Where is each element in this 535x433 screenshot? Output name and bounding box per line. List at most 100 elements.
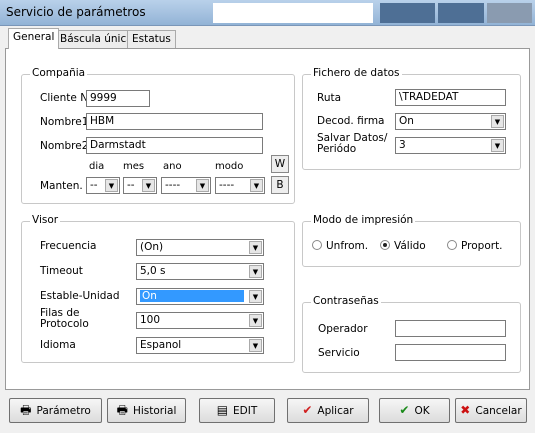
check-icon: ✔ (302, 403, 313, 417)
operador-label: Operador (318, 323, 368, 335)
col-ano-label: ano (163, 161, 182, 172)
group-label: Modo de impresión (311, 214, 416, 226)
timeout-value: 5,0 s (140, 265, 166, 277)
cancelar-button[interactable]: ✖ Cancelar (455, 398, 527, 423)
historial-button[interactable]: 🖶 Historial (107, 398, 186, 423)
tab-estatus[interactable]: Estatus (127, 30, 176, 48)
parametro-button-label: Parámetro (36, 405, 91, 417)
mes-value: -- (127, 179, 135, 191)
operador-password-input[interactable] (395, 320, 506, 337)
timeout-label: Timeout (40, 265, 83, 277)
decod-firma-value: On (399, 115, 414, 127)
cliente-input[interactable]: 9999 (86, 90, 150, 107)
mes-select[interactable]: -- ▼ (123, 177, 157, 194)
chevron-down-icon[interactable]: ▼ (250, 179, 263, 192)
modo-select[interactable]: ---- ▼ (215, 177, 265, 194)
radio-circle-icon[interactable] (312, 240, 322, 250)
group-label: Contraseñas (311, 295, 381, 307)
edit-button-label: EDIT (233, 405, 258, 417)
radio-unfrom[interactable]: Unfrom. (312, 240, 368, 252)
radio-valido-label: Válido (394, 240, 426, 252)
background-window-fragment (380, 3, 435, 23)
filas-protocolo-value: 100 (140, 314, 161, 326)
group-label: Compañia (30, 67, 88, 79)
servicio-label: Servicio (318, 347, 360, 359)
chevron-down-icon[interactable]: ▼ (105, 179, 118, 192)
salvar-label: Salvar Datos/ Periódo (317, 133, 387, 155)
salvar-datos-select[interactable]: 3 ▼ (395, 137, 506, 154)
b-button[interactable]: B (271, 176, 289, 194)
decod-firma-select[interactable]: On ▼ (395, 113, 506, 130)
estable-unidad-value: On (140, 290, 244, 302)
nombre2-input[interactable]: Darmstadt (86, 137, 263, 154)
group-label: Visor (30, 214, 61, 226)
close-icon: ✖ (460, 403, 471, 417)
filas-label-line2: Protocolo (40, 318, 89, 330)
filas-protocolo-select[interactable]: 100 ▼ (136, 312, 264, 329)
notepad-icon: ▤ (216, 403, 229, 417)
ruta-label: Ruta (317, 92, 342, 104)
aplicar-button-label: Aplicar (317, 405, 354, 417)
frecuencia-select[interactable]: (On) ▼ (136, 239, 264, 256)
idioma-select[interactable]: Espanol ▼ (136, 337, 264, 354)
cancelar-button-label: Cancelar (475, 405, 522, 417)
ano-value: ---- (165, 179, 181, 191)
historial-button-label: Historial (132, 405, 177, 417)
radio-proport[interactable]: Proport. (447, 240, 503, 252)
tab-general[interactable]: General (8, 28, 60, 49)
ano-select[interactable]: ---- ▼ (161, 177, 211, 194)
frecuencia-label: Frecuencia (40, 240, 97, 252)
printer-icon: 🖶 (116, 403, 128, 417)
ok-button[interactable]: ✔ OK (379, 398, 450, 423)
chevron-down-icon[interactable]: ▼ (249, 290, 262, 303)
w-button[interactable]: W (271, 155, 289, 173)
radio-circle-icon[interactable] (447, 240, 457, 250)
background-window-fragment (487, 3, 532, 23)
chevron-down-icon[interactable]: ▼ (491, 115, 504, 128)
radio-proport-label: Proport. (461, 240, 503, 252)
ruta-input[interactable]: \TRADEDAT (395, 89, 506, 106)
chevron-down-icon[interactable]: ▼ (249, 265, 262, 278)
chevron-down-icon[interactable]: ▼ (196, 179, 209, 192)
timeout-select[interactable]: 5,0 s ▼ (136, 263, 264, 280)
background-window-fragment (438, 3, 484, 23)
ok-button-label: OK (414, 405, 430, 417)
group-contrasenas: Contraseñas (302, 295, 521, 373)
dia-value: -- (90, 179, 98, 191)
nombre2-label: Nombre2 (40, 140, 89, 152)
check-icon: ✔ (399, 403, 410, 417)
nombre1-input[interactable]: HBM (86, 113, 263, 130)
col-modo-label: modo (215, 161, 244, 172)
nombre1-label: Nombre1 (40, 116, 89, 128)
radio-selected-icon[interactable] (380, 240, 390, 250)
salvar-label-line2: Periódo (317, 143, 357, 155)
aplicar-button[interactable]: ✔ Aplicar (287, 398, 369, 423)
frecuencia-value: (On) (140, 241, 164, 253)
chevron-down-icon[interactable]: ▼ (142, 179, 155, 192)
chevron-down-icon[interactable]: ▼ (249, 314, 262, 327)
modo-value: ---- (219, 179, 235, 191)
col-dia-label: dia (89, 161, 105, 172)
tab-bascula-unica[interactable]: Báscula única (55, 30, 138, 48)
title-bar: Servicio de parámetros (0, 0, 535, 26)
estable-unidad-label: Estable-Unidad (40, 290, 120, 302)
background-window-fragment (213, 3, 373, 23)
manten-label: Manten. (40, 180, 83, 192)
decod-firma-label: Decod. firma (317, 115, 385, 127)
servicio-password-input[interactable] (395, 344, 506, 361)
parametro-button[interactable]: 🖶 Parámetro (9, 398, 102, 423)
dia-select[interactable]: -- ▼ (86, 177, 120, 194)
window-title: Servicio de parámetros (6, 5, 146, 19)
filas-protocolo-label: Filas de Protocolo (40, 308, 89, 330)
chevron-down-icon[interactable]: ▼ (491, 139, 504, 152)
idioma-value: Espanol (140, 339, 182, 351)
estable-unidad-select[interactable]: On ▼ (136, 288, 264, 305)
chevron-down-icon[interactable]: ▼ (249, 339, 262, 352)
group-label: Fichero de datos (311, 67, 402, 79)
radio-valido[interactable]: Válido (380, 240, 426, 252)
chevron-down-icon[interactable]: ▼ (249, 241, 262, 254)
edit-button[interactable]: ▤ EDIT (199, 398, 275, 423)
salvar-datos-value: 3 (399, 139, 406, 151)
col-mes-label: mes (123, 161, 145, 172)
tab-panel-general: Compañia Cliente Nº 9999 Nombre1 HBM Nom… (5, 48, 530, 390)
